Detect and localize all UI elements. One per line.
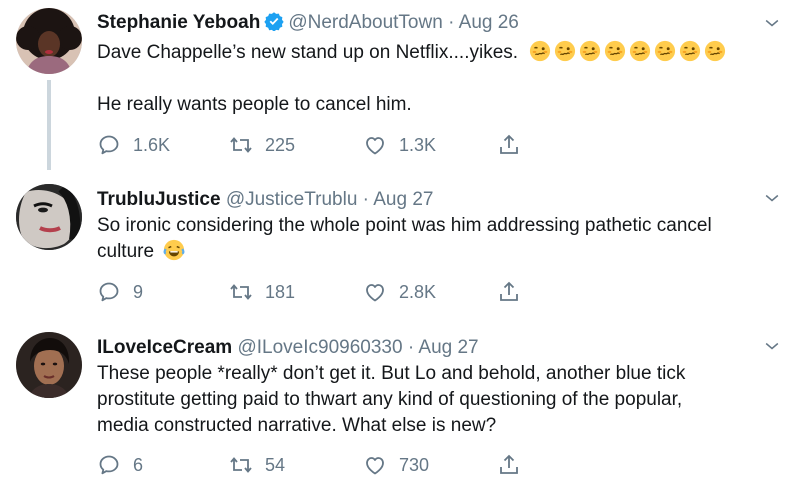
tweet-text-line: These people *really* don’t get it. But … xyxy=(97,363,686,384)
verified-badge-icon xyxy=(264,11,284,37)
like-count: 1.3K xyxy=(399,134,437,155)
emoji-row xyxy=(529,42,729,63)
reply-button[interactable]: 9 xyxy=(97,280,143,304)
like-count: 730 xyxy=(399,454,430,475)
retweet-icon xyxy=(229,453,253,477)
action-bar: 6 54 730 xyxy=(97,453,537,477)
author-handle[interactable]: @JusticeTrublu xyxy=(226,189,358,210)
tweet-3[interactable]: ILoveIceCream @ILoveIc90960330 · Aug 27 … xyxy=(0,320,788,485)
tweet-text-line: media constructed narrative. What else i… xyxy=(97,415,497,436)
share-button[interactable] xyxy=(497,133,533,157)
retweet-icon xyxy=(229,280,253,304)
action-bar: 9 181 2.8K xyxy=(97,280,537,304)
reply-count: 9 xyxy=(133,281,144,302)
tweet-header: ILoveIceCream @ILoveIc90960330 · Aug 27 xyxy=(97,337,479,359)
retweet-button[interactable]: 54 xyxy=(229,453,285,477)
tweet-text: These people *really* don’t get it. But … xyxy=(97,361,767,439)
reply-icon xyxy=(97,280,121,304)
tweet-1[interactable]: Stephanie Yeboah @NerdAboutTown · Aug 26 … xyxy=(0,0,788,170)
action-bar: 1.6K 225 1.3K xyxy=(97,133,537,157)
separator: · xyxy=(407,337,415,358)
reply-count: 1.6K xyxy=(133,134,171,155)
like-button[interactable]: 2.8K xyxy=(363,280,436,304)
tweet-2[interactable]: TrubluJustice @JusticeTrublu · Aug 27 So… xyxy=(0,170,788,320)
woozy-face-icon xyxy=(529,40,551,62)
tweet-text: Dave Chappelle’s new stand up on Netflix… xyxy=(97,40,767,118)
tweet-header: TrubluJustice @JusticeTrublu · Aug 27 xyxy=(97,189,433,211)
tweet-header: Stephanie Yeboah @NerdAboutTown · Aug 26 xyxy=(97,11,519,37)
avatar[interactable] xyxy=(16,184,82,250)
author-name[interactable]: Stephanie Yeboah xyxy=(97,12,260,33)
share-icon xyxy=(497,453,521,477)
woozy-face-icon xyxy=(654,40,676,62)
woozy-face-icon xyxy=(554,40,576,62)
like-button[interactable]: 730 xyxy=(363,453,429,477)
heart-icon xyxy=(363,133,387,157)
share-icon xyxy=(497,280,521,304)
reply-icon xyxy=(97,453,121,477)
woozy-face-icon xyxy=(629,40,651,62)
woozy-face-icon xyxy=(579,40,601,62)
author-name[interactable]: ILoveIceCream xyxy=(97,337,232,358)
chevron-down-icon[interactable] xyxy=(762,188,782,208)
tweet-text-line: prostitute getting paid to thwart any ki… xyxy=(97,389,683,410)
tweet-date[interactable]: Aug 27 xyxy=(418,337,478,358)
woozy-face-icon xyxy=(604,40,626,62)
thread-line xyxy=(47,80,51,170)
tweet-text-line: Dave Chappelle’s new stand up on Netflix… xyxy=(97,42,519,63)
woozy-face-icon xyxy=(679,40,701,62)
reply-count: 6 xyxy=(133,454,144,475)
share-button[interactable] xyxy=(497,280,533,304)
tweet-date[interactable]: Aug 27 xyxy=(373,189,433,210)
chevron-down-icon[interactable] xyxy=(762,336,782,356)
like-button[interactable]: 1.3K xyxy=(363,133,436,157)
reply-icon xyxy=(97,133,121,157)
retweet-button[interactable]: 181 xyxy=(229,280,295,304)
share-icon xyxy=(497,133,521,157)
retweet-icon xyxy=(229,133,253,157)
author-handle[interactable]: @NerdAboutTown xyxy=(288,12,442,33)
author-name[interactable]: TrubluJustice xyxy=(97,189,221,210)
tears-of-joy-icon xyxy=(163,239,185,261)
reply-button[interactable]: 1.6K xyxy=(97,133,170,157)
tweet-text-line: culture xyxy=(97,241,155,262)
avatar[interactable] xyxy=(16,332,82,398)
tweet-text-line: He really wants people to cancel him. xyxy=(97,94,412,115)
reply-button[interactable]: 6 xyxy=(97,453,143,477)
avatar[interactable] xyxy=(16,8,82,74)
tweet-text: So ironic considering the whole point wa… xyxy=(97,213,767,265)
author-handle[interactable]: @ILoveIc90960330 xyxy=(237,337,402,358)
tweet-date[interactable]: Aug 26 xyxy=(459,12,519,33)
tweet-text-line: So ironic considering the whole point wa… xyxy=(97,215,712,236)
like-count: 2.8K xyxy=(399,281,437,302)
retweet-count: 225 xyxy=(265,134,296,155)
retweet-button[interactable]: 225 xyxy=(229,133,295,157)
heart-icon xyxy=(363,453,387,477)
separator: · xyxy=(362,189,369,210)
retweet-count: 181 xyxy=(265,281,296,302)
chevron-down-icon[interactable] xyxy=(762,13,782,33)
share-button[interactable] xyxy=(497,453,533,477)
retweet-count: 54 xyxy=(265,454,286,475)
woozy-face-icon xyxy=(704,40,726,62)
separator: · xyxy=(448,12,455,33)
heart-icon xyxy=(363,280,387,304)
